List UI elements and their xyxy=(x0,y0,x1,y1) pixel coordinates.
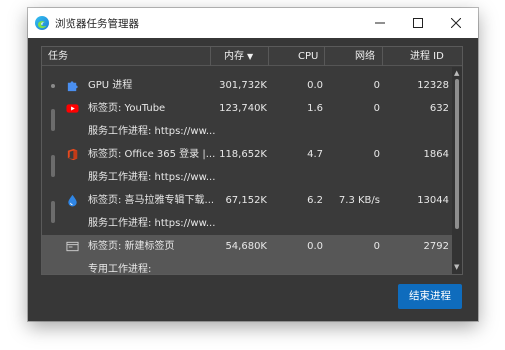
memory-value: 67,152K xyxy=(225,195,267,206)
edge-browser-icon xyxy=(35,16,49,30)
memory-value: 118,652K xyxy=(219,149,267,160)
cpu-value: 6.2 xyxy=(307,195,323,206)
cpu-value: 0.0 xyxy=(307,241,323,252)
minimize-icon xyxy=(375,22,385,24)
water-drop-icon xyxy=(68,194,77,207)
task-name: 标签页: 新建标签页 xyxy=(88,241,175,252)
table-row[interactable]: 标签页: Office 365 登录 |... 118,652K 4.7 0 1… xyxy=(42,143,452,177)
scroll-up-arrow-icon[interactable]: ▲ xyxy=(454,70,459,77)
task-name: 标签页: Office 365 登录 |... xyxy=(88,149,216,160)
office-icon xyxy=(67,148,78,161)
task-name: GPU 进程 xyxy=(88,80,133,91)
task-name: 服务工作进程: https://ww... xyxy=(88,172,216,183)
title-bar: 浏览器任务管理器 xyxy=(28,8,478,38)
cpu-value: 1.6 xyxy=(307,103,323,114)
pid-value: 632 xyxy=(429,103,449,114)
puzzle-icon xyxy=(67,81,78,92)
column-divider[interactable] xyxy=(324,47,325,66)
scroll-down-arrow-icon[interactable]: ▼ xyxy=(454,264,459,271)
end-process-button[interactable]: 结束进程 xyxy=(398,284,462,309)
task-name: 专用工作进程: xyxy=(88,264,152,275)
pid-value: 1864 xyxy=(423,149,449,160)
scrollbar-thumb[interactable] xyxy=(455,79,459,229)
network-value: 7.3 KB/s xyxy=(338,195,380,206)
task-name: 标签页: YouTube xyxy=(88,103,166,114)
network-value: 0 xyxy=(373,241,380,252)
window-title: 浏览器任务管理器 xyxy=(55,18,139,30)
network-value: 0 xyxy=(373,103,380,114)
column-divider[interactable] xyxy=(382,47,383,66)
column-header-pid[interactable]: 进程 ID xyxy=(410,47,444,66)
tree-node-dot xyxy=(51,84,55,88)
column-divider[interactable] xyxy=(210,47,211,66)
network-value: 0 xyxy=(373,80,380,91)
column-header-network[interactable]: 网络 xyxy=(355,47,375,66)
task-name: 标签页: 喜马拉雅专辑下载... xyxy=(88,195,215,206)
column-header-memory[interactable]: 内存 ▼ xyxy=(224,47,253,66)
close-icon xyxy=(451,18,461,28)
table-row[interactable]: 标签页: 喜马拉雅专辑下载... 67,152K 6.2 7.3 KB/s 13… xyxy=(42,189,452,223)
task-manager-window: 浏览器任务管理器 任务 内存 ▼ CPU 网络 进程 ID GPU 进程 301… xyxy=(28,8,478,321)
minimize-button[interactable] xyxy=(362,8,398,38)
maximize-icon xyxy=(413,18,423,28)
close-button[interactable] xyxy=(438,8,474,38)
maximize-button[interactable] xyxy=(400,8,436,38)
pid-value: 13044 xyxy=(417,195,449,206)
memory-value: 301,732K xyxy=(219,80,267,91)
network-value: 0 xyxy=(373,149,380,160)
sort-descending-icon: ▼ xyxy=(247,52,254,61)
table-row[interactable]: GPU 进程 301,732K 0.0 0 12328 xyxy=(42,74,452,97)
process-table: 任务 内存 ▼ CPU 网络 进程 ID GPU 进程 301,732K 0.0 … xyxy=(41,46,463,275)
pid-value: 2792 xyxy=(423,241,449,252)
table-row[interactable]: 服务工作进程: https://ww... xyxy=(42,212,452,235)
column-header-task[interactable]: 任务 xyxy=(48,47,68,66)
table-header: 任务 内存 ▼ CPU 网络 进程 ID xyxy=(42,47,462,66)
new-tab-icon xyxy=(66,241,79,252)
memory-value: 54,680K xyxy=(225,241,267,252)
youtube-icon xyxy=(66,104,79,113)
memory-value: 123,740K xyxy=(219,103,267,114)
table-row-selected[interactable]: 标签页: 新建标签页 54,680K 0.0 0 2792 xyxy=(42,235,452,258)
column-divider[interactable] xyxy=(268,47,269,66)
table-row[interactable]: 服务工作进程: https://ww... xyxy=(42,166,452,189)
cpu-value: 4.7 xyxy=(307,149,323,160)
column-header-cpu[interactable]: CPU xyxy=(298,47,318,66)
table-row-selected[interactable]: 专用工作进程: xyxy=(42,258,452,275)
cpu-value: 0.0 xyxy=(307,80,323,91)
table-row[interactable]: 服务工作进程: https://ww... xyxy=(42,120,452,143)
table-row[interactable]: 标签页: YouTube 123,740K 1.6 0 632 xyxy=(42,97,452,131)
vertical-scrollbar[interactable]: ▲ ▼ xyxy=(452,67,462,274)
task-name: 服务工作进程: https://ww... xyxy=(88,218,216,229)
task-name: 服务工作进程: https://ww... xyxy=(88,126,216,137)
pid-value: 12328 xyxy=(417,80,449,91)
